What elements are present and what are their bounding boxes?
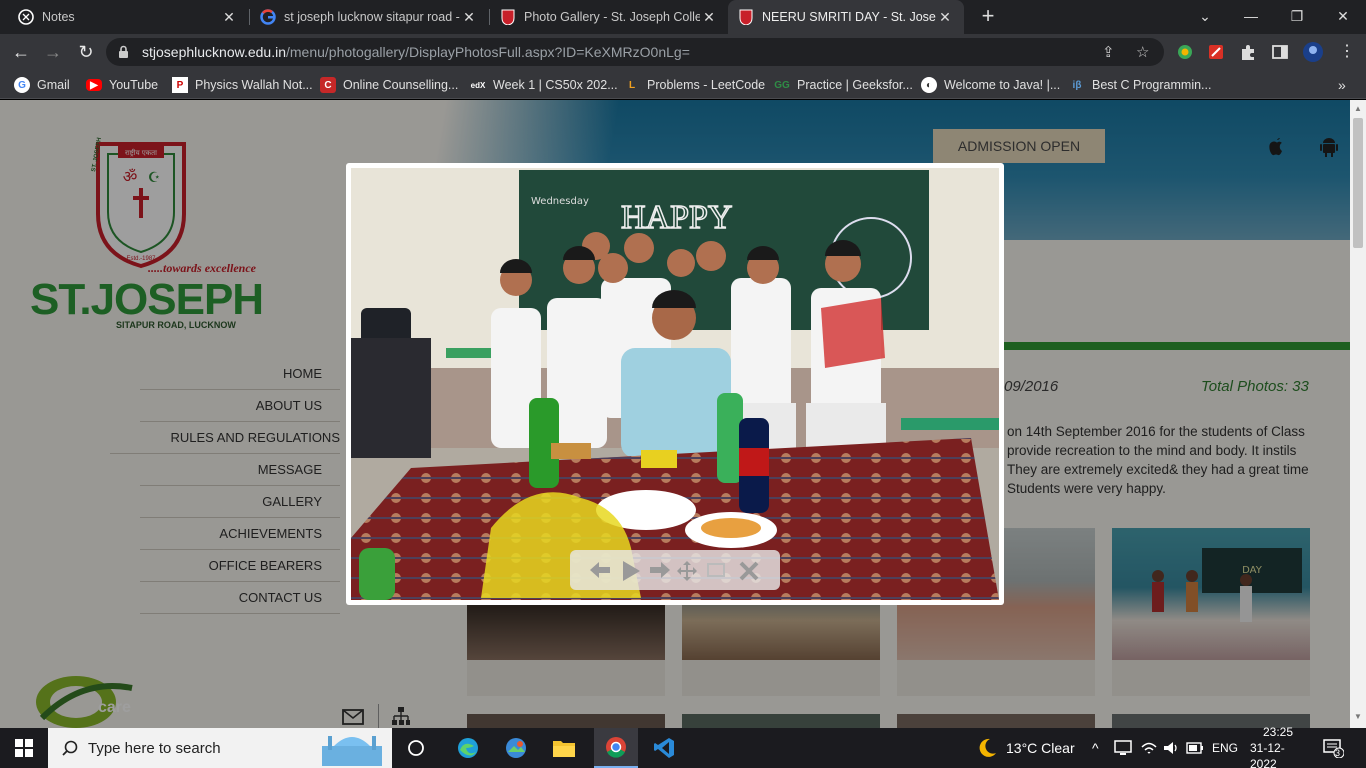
close-tab-icon[interactable]: ✕ — [936, 9, 954, 26]
network-monitor-icon[interactable] — [1114, 728, 1132, 768]
bookmark-physics-wallah[interactable]: P Physics Wallah Not... — [172, 76, 313, 94]
tab-neeru-smriti-day[interactable]: NEERU SMRITI DAY - St. Joseph C ✕ — [728, 0, 964, 34]
show-hidden-icons[interactable]: ^ — [1092, 728, 1099, 768]
extension-icon[interactable] — [1176, 43, 1194, 61]
youtube-icon: ▶ — [86, 79, 102, 91]
language-indicator[interactable]: ENG — [1212, 728, 1238, 768]
globe-icon: ◐ — [921, 77, 937, 93]
gfg-icon: GG — [774, 79, 790, 91]
volume-icon[interactable] — [1162, 728, 1180, 768]
restore-button[interactable]: ❐ — [1274, 0, 1320, 32]
weather-text[interactable]: 13°C Clear — [1006, 728, 1075, 768]
school-crest-icon — [500, 9, 516, 25]
tab-search-dropdown-icon[interactable]: ⌄ — [1182, 0, 1228, 32]
address-bar[interactable]: stjosephlucknow.edu.in/menu/photogallery… — [106, 38, 1164, 66]
reload-button[interactable]: ↻ — [73, 40, 99, 64]
page-scrollbar[interactable]: ▲ ▼ — [1350, 100, 1366, 728]
notification-center-icon[interactable]: 3 — [1322, 728, 1344, 768]
profile-avatar[interactable] — [1302, 41, 1324, 63]
share-icon[interactable]: ⇪ — [1102, 43, 1115, 61]
scrollbar-thumb[interactable] — [1353, 118, 1363, 248]
school-crest-icon — [738, 9, 754, 25]
weather-moon-icon[interactable] — [974, 728, 1000, 768]
search-highlight-image — [322, 736, 382, 766]
edge-icon[interactable] — [450, 728, 486, 768]
extension-red-icon[interactable] — [1207, 43, 1225, 61]
move-icon[interactable] — [676, 560, 698, 582]
windows-taskbar: Type here to search 13°C Clear ^ ENG 23:… — [0, 725, 1366, 768]
bookmark-online-counselling[interactable]: C Online Counselling... — [320, 76, 458, 94]
photos-app-icon[interactable] — [498, 728, 534, 768]
tab-title: st joseph lucknow sitapur road - — [284, 10, 460, 24]
lightbox: Wednesday HAPPY — [346, 163, 1004, 605]
windows-start-icon[interactable] — [0, 728, 48, 768]
bookmark-star-icon[interactable]: ☆ — [1136, 43, 1149, 61]
tab-notes[interactable]: Notes ✕ — [8, 0, 248, 34]
wifi-icon[interactable] — [1140, 728, 1158, 768]
bookmark-c-programming[interactable]: iβ Best C Programmin... — [1069, 76, 1212, 94]
play-icon[interactable] — [620, 560, 642, 582]
close-window-button[interactable]: ✕ — [1320, 0, 1366, 32]
tab-photo-gallery[interactable]: Photo Gallery - St. Joseph Colleg ✕ — [490, 0, 728, 34]
bookmark-youtube[interactable]: ▶ YouTube — [86, 76, 158, 94]
side-panel-icon[interactable] — [1271, 43, 1289, 61]
url-text: stjosephlucknow.edu.in/menu/photogallery… — [142, 44, 690, 60]
forward-button[interactable]: → — [40, 40, 66, 64]
screen: Notes ✕ st joseph lucknow sitapur road -… — [0, 0, 1366, 768]
fullscreen-icon[interactable] — [706, 560, 726, 580]
next-icon[interactable] — [648, 560, 672, 580]
close-tab-icon[interactable]: ✕ — [700, 9, 718, 26]
previous-icon[interactable] — [588, 560, 612, 580]
close-icon[interactable] — [738, 560, 760, 582]
chrome-taskbar-icon[interactable] — [594, 728, 638, 768]
minimize-button[interactable]: — — [1228, 0, 1274, 32]
clock[interactable]: 23:25 31-12-2022 — [1250, 725, 1306, 768]
notification-count: 3 — [1335, 748, 1341, 758]
back-button[interactable]: ← — [8, 40, 34, 64]
tab-search[interactable]: st joseph lucknow sitapur road - ✕ — [250, 0, 488, 34]
svg-text:Wednesday: Wednesday — [531, 196, 589, 207]
vscode-icon[interactable] — [644, 728, 684, 768]
search-placeholder: Type here to search — [88, 739, 221, 757]
clock-date: 31-12-2022 — [1250, 741, 1285, 768]
lightbox-photo: Wednesday HAPPY — [351, 168, 999, 600]
file-explorer-icon[interactable] — [546, 728, 582, 768]
close-tab-icon[interactable]: ✕ — [460, 9, 478, 26]
taskbar-search-box[interactable]: Type here to search — [48, 728, 392, 768]
browser-toolbar: ← → ↻ stjosephlucknow.edu.in/menu/photog… — [0, 34, 1366, 70]
leetcode-icon: L — [628, 79, 636, 91]
google-icon: G — [14, 77, 30, 93]
extensions-puzzle-icon[interactable] — [1239, 43, 1257, 61]
bookmark-gmail[interactable]: G Gmail — [14, 76, 70, 94]
more-bookmarks-icon[interactable]: » — [1338, 76, 1346, 94]
browser-menu-icon[interactable]: ⋮ — [1334, 40, 1360, 64]
edx-icon: edX — [470, 80, 486, 90]
bookmark-cs50x[interactable]: edX Week 1 | CS50x 202... — [470, 76, 618, 94]
task-view-icon[interactable] — [400, 728, 432, 768]
bookmark-java[interactable]: ◐ Welcome to Java! |... — [921, 76, 1060, 94]
pw-icon: P — [172, 77, 188, 93]
tab-strip: Notes ✕ st joseph lucknow sitapur road -… — [0, 0, 1366, 34]
clock-time: 23:25 — [1262, 725, 1294, 739]
svg-text:HAPPY: HAPPY — [621, 199, 732, 236]
lightbox-controls — [570, 550, 780, 590]
bookmark-leetcode[interactable]: L Problems - LeetCode — [624, 76, 765, 94]
bookmark-geeksforgeeks[interactable]: GG Practice | Geeksfor... — [774, 76, 913, 94]
notes-favicon-icon — [18, 9, 34, 25]
google-icon — [260, 9, 276, 25]
close-tab-icon[interactable]: ✕ — [220, 9, 238, 26]
tab-title: Notes — [42, 10, 75, 24]
lock-icon — [118, 45, 129, 64]
tab-title: NEERU SMRITI DAY - St. Joseph C — [762, 10, 936, 24]
tab-title: Photo Gallery - St. Joseph Colleg — [524, 10, 700, 24]
ib-icon: iβ — [1072, 79, 1082, 91]
battery-icon[interactable] — [1186, 728, 1204, 768]
counselling-icon: C — [320, 77, 336, 93]
bookmarks-bar: G Gmail ▶ YouTube P Physics Wallah Not... C… — [0, 70, 1366, 99]
new-tab-button[interactable]: + — [976, 5, 1000, 29]
search-icon — [62, 740, 78, 756]
